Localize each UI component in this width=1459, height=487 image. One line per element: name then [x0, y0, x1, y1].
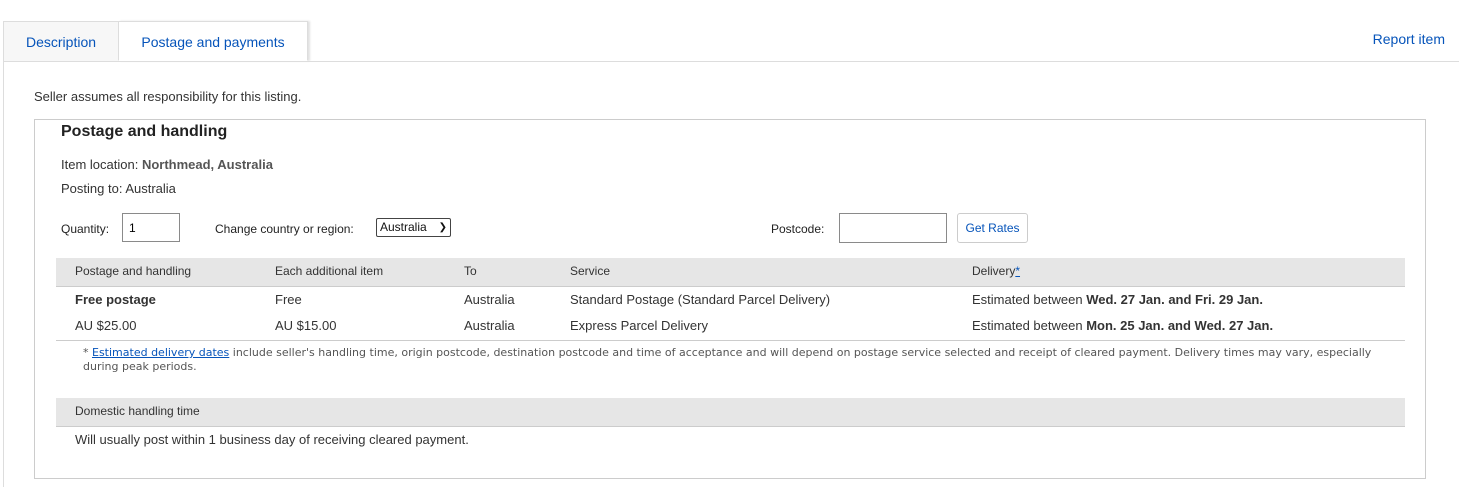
row-delivery-prefix: Estimated between [972, 318, 1087, 333]
delivery-footnote: * Estimated delivery dates include selle… [83, 346, 1383, 374]
table-row: Free postage Free Australia Standard Pos… [56, 287, 1405, 313]
row-cost: Free postage [75, 292, 156, 307]
tab-divider [3, 61, 1459, 62]
postage-panel: Postage and handling Item location: Nort… [34, 119, 1426, 479]
row-additional: Free [275, 292, 302, 307]
row-to: Australia [464, 292, 515, 307]
tab-postage-and-payments[interactable]: Postage and payments [118, 21, 308, 61]
estimated-delivery-dates-link[interactable]: Estimated delivery dates [92, 346, 229, 359]
row-service: Express Parcel Delivery [570, 318, 708, 333]
row-delivery-prefix: Estimated between [972, 292, 1087, 307]
country-select[interactable]: Australia ❯ [376, 218, 451, 237]
col-service: Service [570, 264, 611, 278]
handling-time-text: Will usually post within 1 business day … [75, 432, 469, 447]
col-to: To [464, 264, 477, 278]
footnote-text: include seller's handling time, origin p… [83, 346, 1372, 373]
col-postage-handling: Postage and handling [75, 264, 192, 278]
row-delivery: Estimated between Wed. 27 Jan. and Fri. … [972, 287, 1263, 313]
item-location-value: Northmead, Australia [141, 157, 273, 172]
item-location-label: Item location: [61, 157, 142, 172]
report-item-link[interactable]: Report item [1373, 31, 1445, 47]
footnote-star: * [83, 346, 92, 359]
chevron-down-icon: ❯ [438, 222, 447, 233]
quantity-label: Quantity: [61, 222, 110, 236]
postage-table-header: Postage and handling Each additional ite… [56, 258, 1405, 287]
col-delivery-label: Delivery [972, 264, 1016, 278]
col-delivery: Delivery* [972, 258, 1020, 285]
row-delivery-dates: Wed. 27 Jan. and Fri. 29 Jan. [1086, 292, 1263, 307]
postcode-label: Postcode: [771, 222, 825, 236]
row-additional: AU $15.00 [275, 318, 337, 333]
handling-time-header: Domestic handling time [56, 398, 1405, 427]
row-service: Standard Postage (Standard Parcel Delive… [570, 292, 831, 307]
delivery-footnote-link[interactable]: * [1015, 264, 1020, 278]
quantity-input[interactable] [122, 213, 180, 242]
row-delivery-dates: Mon. 25 Jan. and Wed. 27 Jan. [1086, 318, 1274, 333]
country-label: Change country or region: [215, 222, 354, 236]
seller-responsibility-note: Seller assumes all responsibility for th… [34, 89, 302, 104]
postcode-input[interactable] [839, 213, 947, 243]
col-each-additional: Each additional item [275, 264, 384, 278]
row-delivery: Estimated between Mon. 25 Jan. and Wed. … [972, 313, 1273, 339]
table-divider [56, 340, 1405, 341]
country-selected-value: Australia [380, 220, 427, 234]
postage-title: Postage and handling [61, 123, 228, 140]
tab-description[interactable]: Description [3, 21, 119, 61]
posting-to: Posting to: Australia [61, 181, 176, 196]
item-location: Item location: Northmead, Australia [61, 157, 273, 172]
handling-time-title: Domestic handling time [75, 404, 200, 418]
row-cost: AU $25.00 [75, 318, 137, 333]
table-row: AU $25.00 AU $15.00 Australia Express Pa… [56, 313, 1405, 339]
row-to: Australia [464, 318, 515, 333]
get-rates-button[interactable]: Get Rates [957, 213, 1028, 243]
content-border [3, 61, 4, 487]
